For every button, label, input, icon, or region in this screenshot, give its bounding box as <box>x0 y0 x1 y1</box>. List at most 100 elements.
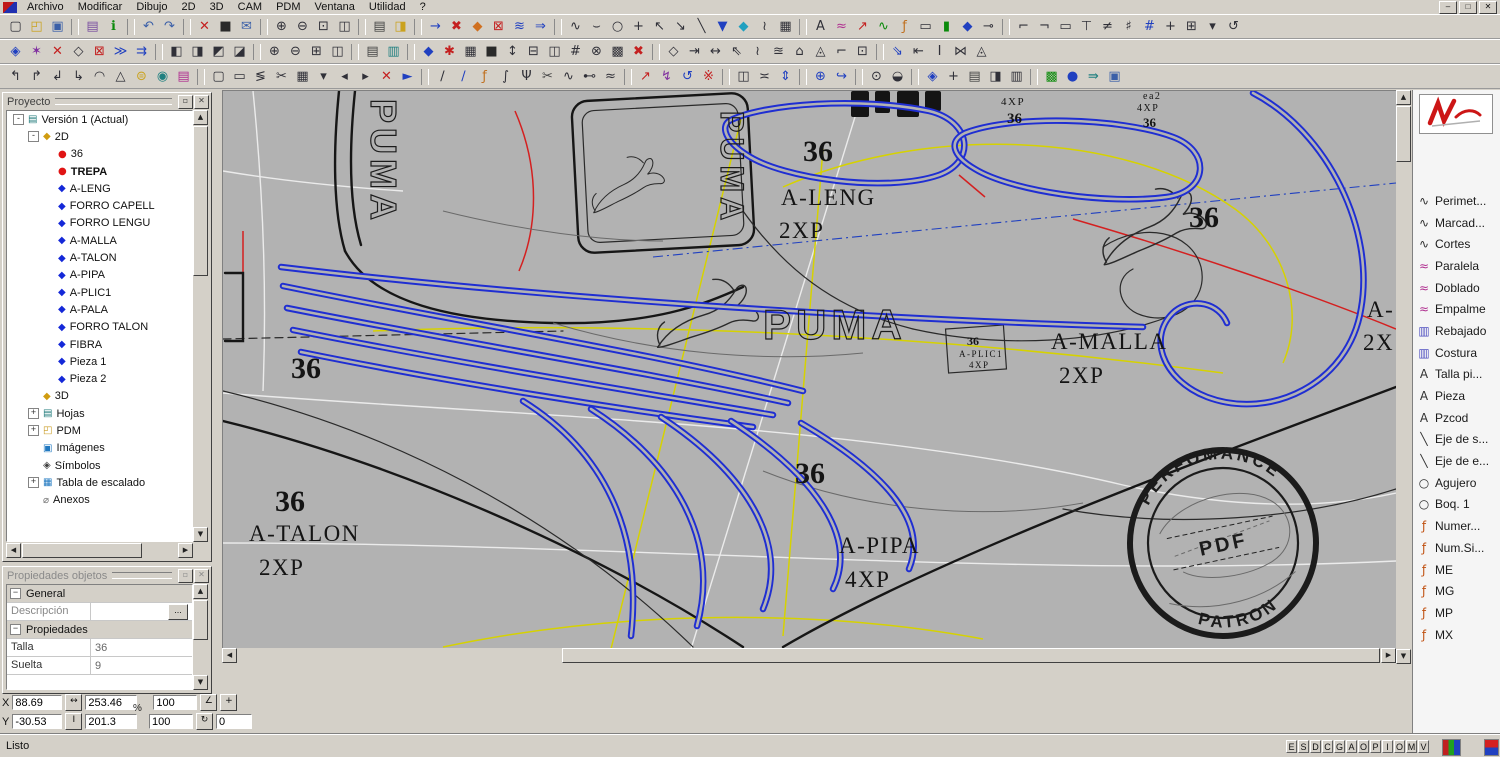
toolbar-button[interactable]: ≋ <box>509 17 530 37</box>
toolbar-button[interactable] <box>554 18 562 35</box>
grid-mode-button[interactable]: + <box>220 694 238 711</box>
y-zoom-input[interactable] <box>149 714 193 729</box>
toolbar-button[interactable]: ▥ <box>1006 67 1027 87</box>
layer-toggle[interactable]: O <box>1358 740 1369 753</box>
tool-button[interactable]: ╲ Eje de s... <box>1414 429 1500 451</box>
canvas-vertical-scrollbar[interactable]: ▲ ▼ <box>1396 90 1411 664</box>
toolbar-button[interactable]: ◰ <box>26 17 47 37</box>
toolbar-button[interactable]: ◇ <box>68 42 89 62</box>
toolbar-button[interactable]: ⌐ <box>1013 17 1034 37</box>
toolbar-button[interactable] <box>799 68 807 85</box>
toolbar-button[interactable]: ⊷ <box>579 67 600 87</box>
collapse-icon[interactable]: − <box>10 588 21 599</box>
tree-item[interactable]: ⌀ Anexos <box>7 492 192 509</box>
layer-toggle[interactable]: P <box>1370 740 1381 753</box>
toolbar-button[interactable]: ✖ <box>446 17 467 37</box>
toolbar-button[interactable]: ▮ <box>936 17 957 37</box>
y-coordinate-input[interactable] <box>12 714 63 729</box>
toolbar-button[interactable] <box>197 68 205 85</box>
toolbar-button[interactable]: ⊙ <box>866 67 887 87</box>
scroll-up-button[interactable]: ▲ <box>193 110 208 125</box>
tool-button[interactable]: ≈ Empalme <box>1414 298 1500 320</box>
toolbar-button[interactable]: ◨ <box>187 42 208 62</box>
tree-item[interactable]: ◆ A-MALLA <box>7 232 192 249</box>
toolbar-button[interactable]: ✂ <box>537 67 558 87</box>
toolbar-button[interactable]: ↗ <box>852 17 873 37</box>
toolbar-button[interactable]: ↪ <box>831 67 852 87</box>
menu-item[interactable]: Archivo <box>20 1 71 14</box>
toolbar-button[interactable]: ▦ <box>292 67 313 87</box>
more-button[interactable]: ... <box>168 603 188 620</box>
window-control-button[interactable]: ✕ <box>1479 0 1497 14</box>
toolbar-button[interactable]: ◈ <box>922 67 943 87</box>
toolbar-button[interactable]: ↷ <box>159 17 180 37</box>
tree-item[interactable]: ◆ A-LENG <box>7 180 192 197</box>
toolbar-button[interactable] <box>407 43 415 60</box>
rgb-indicator-icon[interactable] <box>1442 739 1461 756</box>
tree-item[interactable]: ● TREPA <box>7 163 192 180</box>
tree-item[interactable]: ● 36 <box>7 146 192 163</box>
toolbar-button[interactable]: ✕ <box>376 67 397 87</box>
property-value[interactable]: 36 <box>91 639 192 656</box>
scroll-down-button[interactable]: ▼ <box>193 675 208 690</box>
toolbar-button[interactable]: ↔ <box>705 42 726 62</box>
toolbar-button[interactable]: ∿ <box>558 67 579 87</box>
layer-toggle[interactable]: S <box>1298 740 1309 753</box>
toolbar-button[interactable]: → <box>425 17 446 37</box>
tool-button[interactable]: ≈ Doblado <box>1414 277 1500 299</box>
toolbar-button[interactable]: ▤ <box>964 67 985 87</box>
tree-item[interactable]: ◆ A-PLIC1 <box>7 284 192 301</box>
toolbar-button[interactable]: ⊞ <box>1181 17 1202 37</box>
toolbar-button[interactable]: ≈ <box>831 17 852 37</box>
properties-section-general[interactable]: − General <box>7 585 192 603</box>
toolbar-button[interactable]: + <box>628 17 649 37</box>
toolbar-button[interactable]: ◆ <box>957 17 978 37</box>
toolbar-button[interactable]: ⇘ <box>887 42 908 62</box>
toolbar-button[interactable]: ⊸ <box>978 17 999 37</box>
tree-expander[interactable]: - <box>28 131 39 143</box>
toolbar-button[interactable] <box>351 43 359 60</box>
toolbar-button[interactable]: ✖ <box>628 42 649 62</box>
toolbar-button[interactable] <box>799 18 807 35</box>
toolbar-button[interactable]: ✱ <box>439 42 460 62</box>
menu-item[interactable]: Ventana <box>308 1 362 14</box>
toolbar-button[interactable]: ▤ <box>369 17 390 37</box>
toolbar-button[interactable]: ƒ <box>474 67 495 87</box>
toolbar-button[interactable]: ♯ <box>1118 17 1139 37</box>
toolbar-button[interactable]: △ <box>110 67 131 87</box>
layer-toggle[interactable]: M <box>1406 740 1417 753</box>
tool-button[interactable]: ƒ MG <box>1414 580 1500 602</box>
tree-item[interactable]: ◆ FORRO CAPELL <box>7 197 192 214</box>
tool-button[interactable]: ƒ ME <box>1414 559 1500 581</box>
toolbar-button[interactable]: ↺ <box>1223 17 1244 37</box>
toolbar-button[interactable]: ↘ <box>670 17 691 37</box>
toolbar-button[interactable]: ↖ <box>649 17 670 37</box>
toolbar-button[interactable]: ⇥ <box>684 42 705 62</box>
menu-item[interactable]: 2D <box>175 1 203 14</box>
toolbar-button[interactable]: ◩ <box>208 42 229 62</box>
toolbar-button[interactable] <box>358 18 366 35</box>
toolbar-button[interactable]: ↶ <box>138 17 159 37</box>
width-dimension-icon[interactable]: ↔ <box>65 694 83 711</box>
toolbar-button[interactable] <box>722 68 730 85</box>
toolbar-button[interactable]: ≍ <box>754 67 775 87</box>
snap-mode-button[interactable]: ∠ <box>200 694 218 711</box>
drawing-canvas[interactable]: PUMA PUMA PUMA 36 A-LENG 2XP 36 A- 2X A-… <box>222 90 1396 649</box>
scroll-right-button[interactable]: ▶ <box>178 543 193 558</box>
toolbar-button[interactable]: ◧ <box>166 42 187 62</box>
property-value[interactable]: 9 <box>91 657 192 674</box>
tool-button[interactable]: ≈ Paralela <box>1414 255 1500 277</box>
tree-item[interactable]: + ▦ Tabla de escalado <box>7 474 192 491</box>
toolbar-button[interactable]: Ⅰ <box>929 42 950 62</box>
x-coordinate-input[interactable] <box>12 695 63 710</box>
toolbar-button[interactable]: ▥ <box>383 42 404 62</box>
tree-item[interactable]: ◆ A-PIPA <box>7 267 192 284</box>
x-dimension-input[interactable] <box>85 695 138 710</box>
toolbar-button[interactable]: ∫ <box>495 67 516 87</box>
tool-button[interactable]: ▥ Rebajado <box>1414 320 1500 342</box>
tree-item[interactable]: ◆ FORRO TALON <box>7 319 192 336</box>
toolbar-button[interactable] <box>1002 18 1010 35</box>
toolbar-button[interactable] <box>253 43 261 60</box>
toolbar-button[interactable] <box>1030 68 1038 85</box>
tool-button[interactable]: ƒ MP <box>1414 602 1500 624</box>
